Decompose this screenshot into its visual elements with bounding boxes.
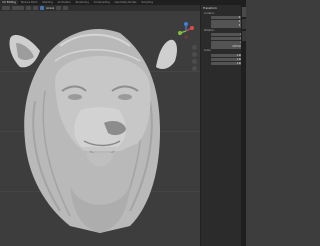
axis-gizmo-icon[interactable] [176,21,196,41]
transform-orientation-label[interactable]: Global [46,7,54,10]
camera-icon[interactable] [192,59,197,64]
scale-label: Scale: [204,49,212,53]
location-x-field[interactable]: 0 m [211,15,244,20]
grid-icon[interactable] [192,66,197,71]
sidebar-tab-item[interactable] [241,7,246,17]
editor-type-button[interactable] [2,6,10,10]
blender-window: UV Editing Texture Paint Shading Animati… [0,0,246,246]
sidebar-tab-strip [241,5,246,246]
rotation-x-field[interactable]: 0° [211,32,244,37]
object-mode-dropdown[interactable] [12,6,24,10]
scale-y-field[interactable]: 1.000 [211,57,244,62]
proportional-edit-button[interactable] [63,6,69,10]
location-y-field[interactable]: 0 m [211,20,244,24]
rotation-label: Rotation: [204,28,215,32]
scale-z-field[interactable]: 1.000 [211,62,244,66]
zoom-icon[interactable] [192,45,197,50]
sidebar-properties-panel: Transform Location: 0 m 0 m 0 m Rotation… [200,5,246,246]
3d-viewport[interactable] [0,11,200,246]
rotation-y-field[interactable]: 0° [211,36,244,41]
sculpted-lion-head-model[interactable] [0,11,200,246]
snap-button[interactable] [56,6,62,10]
scale-x-field[interactable]: 1.000 [211,53,244,58]
rotation-z-field[interactable]: 0° [211,41,244,45]
hand-icon[interactable] [192,52,197,57]
sidebar-tab-view[interactable] [241,31,246,41]
sidebar-tab-tool[interactable] [241,19,246,29]
view-menu[interactable] [26,6,31,10]
location-label: Location: [204,11,215,15]
select-menu[interactable] [33,6,38,10]
transform-orientation-icon[interactable] [40,6,44,10]
viewport-navigation-controls [192,45,198,73]
